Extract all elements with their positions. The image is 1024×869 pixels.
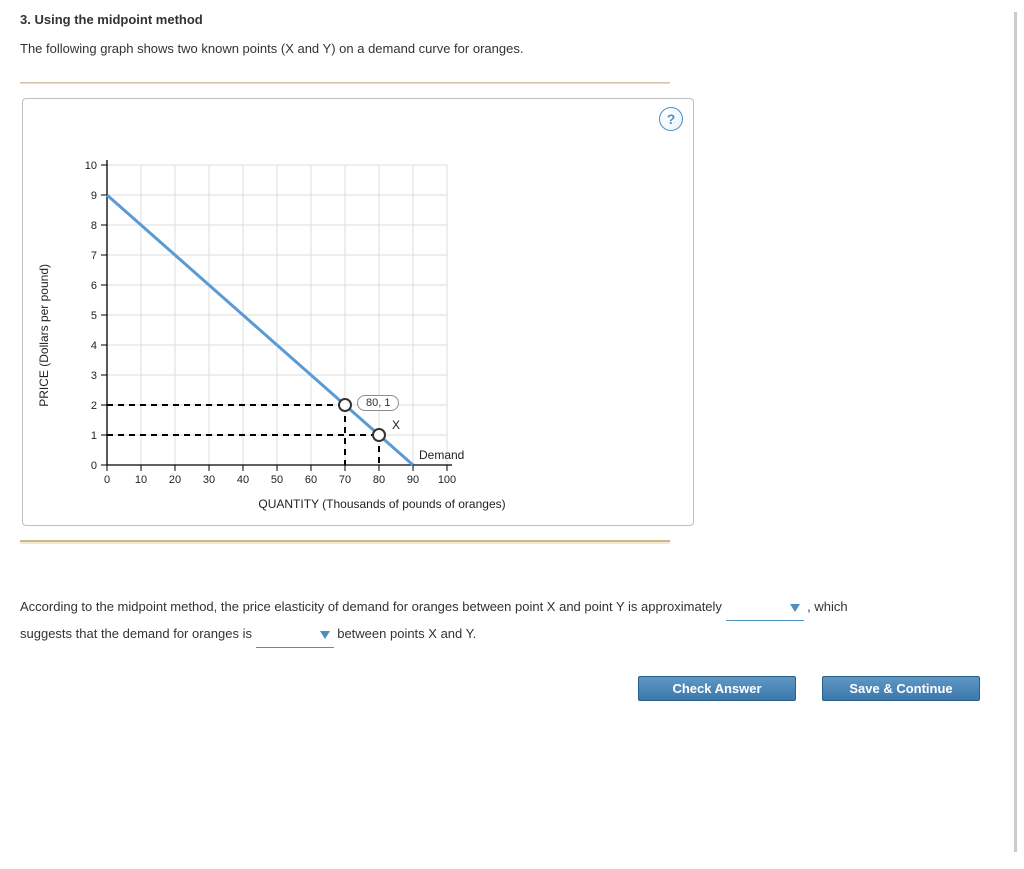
y-tick: 4 [91, 340, 97, 352]
x-tick: 40 [237, 474, 249, 486]
x-tick: 70 [339, 474, 351, 486]
point-x-label: X [392, 418, 400, 432]
text-segment: , which [807, 599, 847, 614]
check-answer-button[interactable]: Check Answer [638, 676, 796, 701]
text-segment: between points X and Y. [337, 626, 476, 641]
y-tick: 3 [91, 370, 97, 382]
question-intro: The following graph shows two known poin… [20, 41, 1000, 56]
point-y[interactable] [339, 399, 351, 411]
y-tick: 1 [91, 430, 97, 442]
y-tick: 5 [91, 310, 97, 322]
chevron-down-icon [320, 631, 330, 639]
y-tick: 6 [91, 280, 97, 292]
question-number: 3. [20, 12, 31, 27]
x-tick: 100 [438, 474, 456, 486]
y-tick: 8 [91, 220, 97, 232]
text-segment: According to the midpoint method, the pr… [20, 599, 726, 614]
legend-demand: Demand [419, 448, 464, 462]
help-icon[interactable]: ? [659, 107, 683, 131]
x-tick: 80 [373, 474, 385, 486]
chevron-down-icon [790, 604, 800, 612]
demand-line[interactable] [107, 195, 413, 465]
point-x[interactable] [373, 429, 385, 441]
y-tick: 2 [91, 400, 97, 412]
section-divider-top [20, 82, 670, 84]
button-row: Check Answer Save & Continue [20, 676, 980, 701]
question-heading: Using the midpoint method [34, 12, 202, 27]
y-tick: 9 [91, 190, 97, 202]
x-tick: 20 [169, 474, 181, 486]
x-tick: 60 [305, 474, 317, 486]
section-divider-bottom [20, 540, 670, 544]
chart-area[interactable]: 0 10 20 30 40 50 60 70 80 90 100 [57, 145, 477, 495]
question-title: 3. Using the midpoint method [20, 12, 1000, 27]
x-tick: 30 [203, 474, 215, 486]
answer-paragraph: According to the midpoint method, the pr… [20, 594, 1000, 648]
elasticity-type-dropdown[interactable] [256, 621, 334, 648]
elasticity-value-dropdown[interactable] [726, 594, 804, 621]
graph-panel: ? PRICE (Dollars per pound) [22, 98, 694, 526]
y-tick: 0 [91, 460, 97, 472]
x-axis-label: QUANTITY (Thousands of pounds of oranges… [85, 497, 679, 511]
point-tooltip: 80, 1 [357, 395, 399, 411]
save-continue-button[interactable]: Save & Continue [822, 676, 980, 701]
x-tick: 0 [104, 474, 110, 486]
y-tick: 10 [85, 160, 97, 172]
x-tick: 10 [135, 474, 147, 486]
x-tick: 50 [271, 474, 283, 486]
y-tick: 7 [91, 250, 97, 262]
x-tick: 90 [407, 474, 419, 486]
text-segment: suggests that the demand for oranges is [20, 626, 256, 641]
y-axis-label: PRICE (Dollars per pound) [37, 234, 51, 407]
